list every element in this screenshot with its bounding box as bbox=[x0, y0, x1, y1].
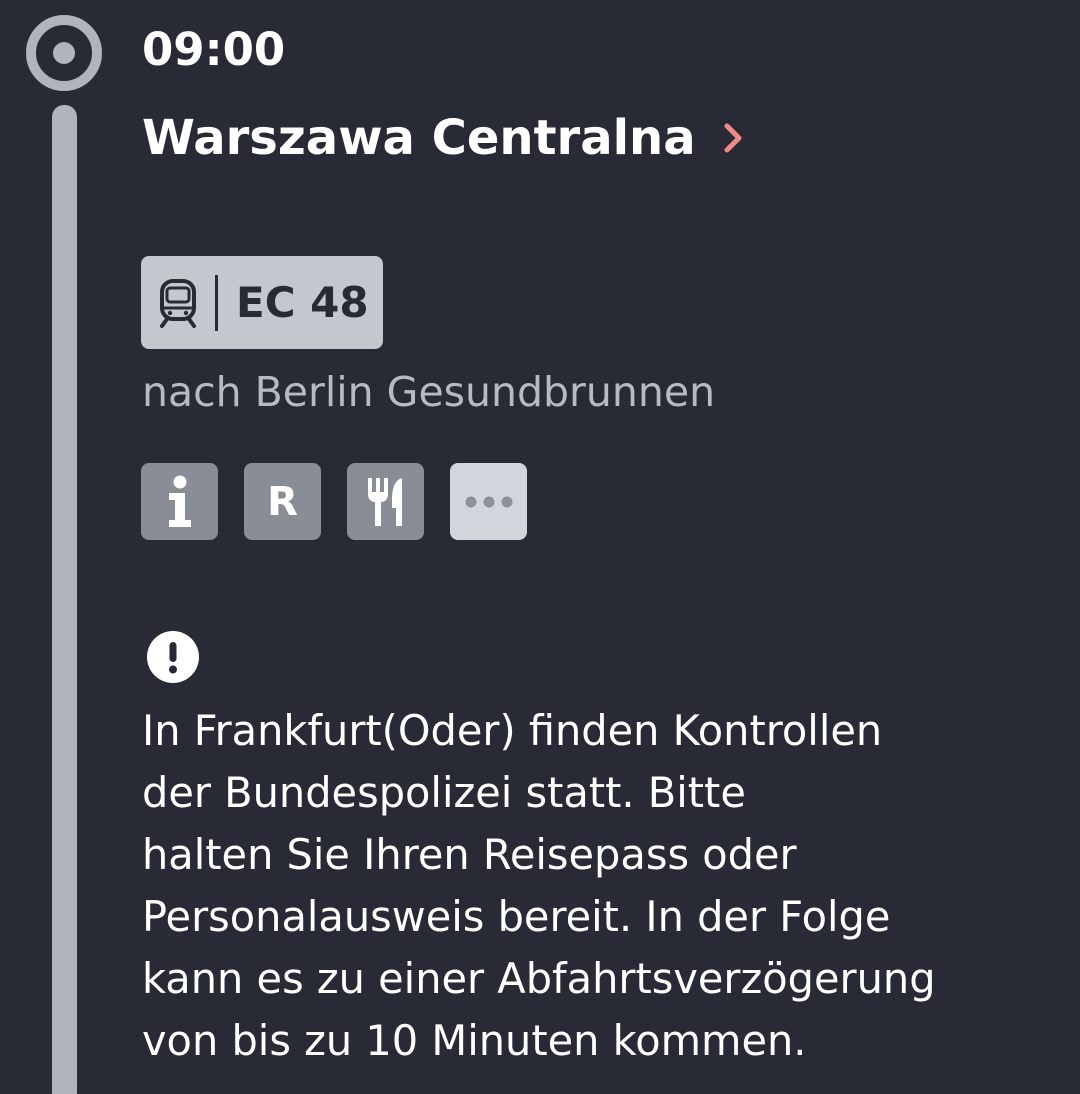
dining-icon bbox=[367, 477, 402, 526]
info-button[interactable] bbox=[141, 463, 218, 540]
more-icon bbox=[465, 496, 512, 507]
notice-message: In Frankfurt(Oder) finden Kontrollen der… bbox=[142, 706, 936, 1065]
info-icon bbox=[168, 475, 191, 527]
train-direction: nach Berlin Gesundbrunnen bbox=[142, 368, 716, 416]
reservation-button[interactable]: R bbox=[244, 463, 321, 540]
train-icon bbox=[160, 278, 196, 328]
more-button[interactable] bbox=[450, 463, 527, 540]
journey-detail-screen: 09:00 Warszawa Centralna EC 48 nach Berl… bbox=[0, 0, 1080, 1094]
timeline-track bbox=[52, 105, 77, 1094]
reservation-icon: R bbox=[267, 478, 298, 525]
train-badge[interactable]: EC 48 bbox=[141, 256, 383, 349]
stop-marker-icon bbox=[26, 15, 102, 91]
departure-time: 09:00 bbox=[142, 23, 286, 76]
train-number: EC 48 bbox=[236, 277, 369, 327]
station-name: Warszawa Centralna bbox=[142, 110, 696, 166]
stop-marker-center bbox=[53, 42, 75, 64]
chevron-right-icon bbox=[724, 123, 742, 153]
exclamation-circle-icon bbox=[147, 631, 199, 683]
station-link[interactable]: Warszawa Centralna bbox=[142, 108, 748, 168]
badge-divider bbox=[215, 274, 218, 331]
dining-button[interactable] bbox=[347, 463, 424, 540]
